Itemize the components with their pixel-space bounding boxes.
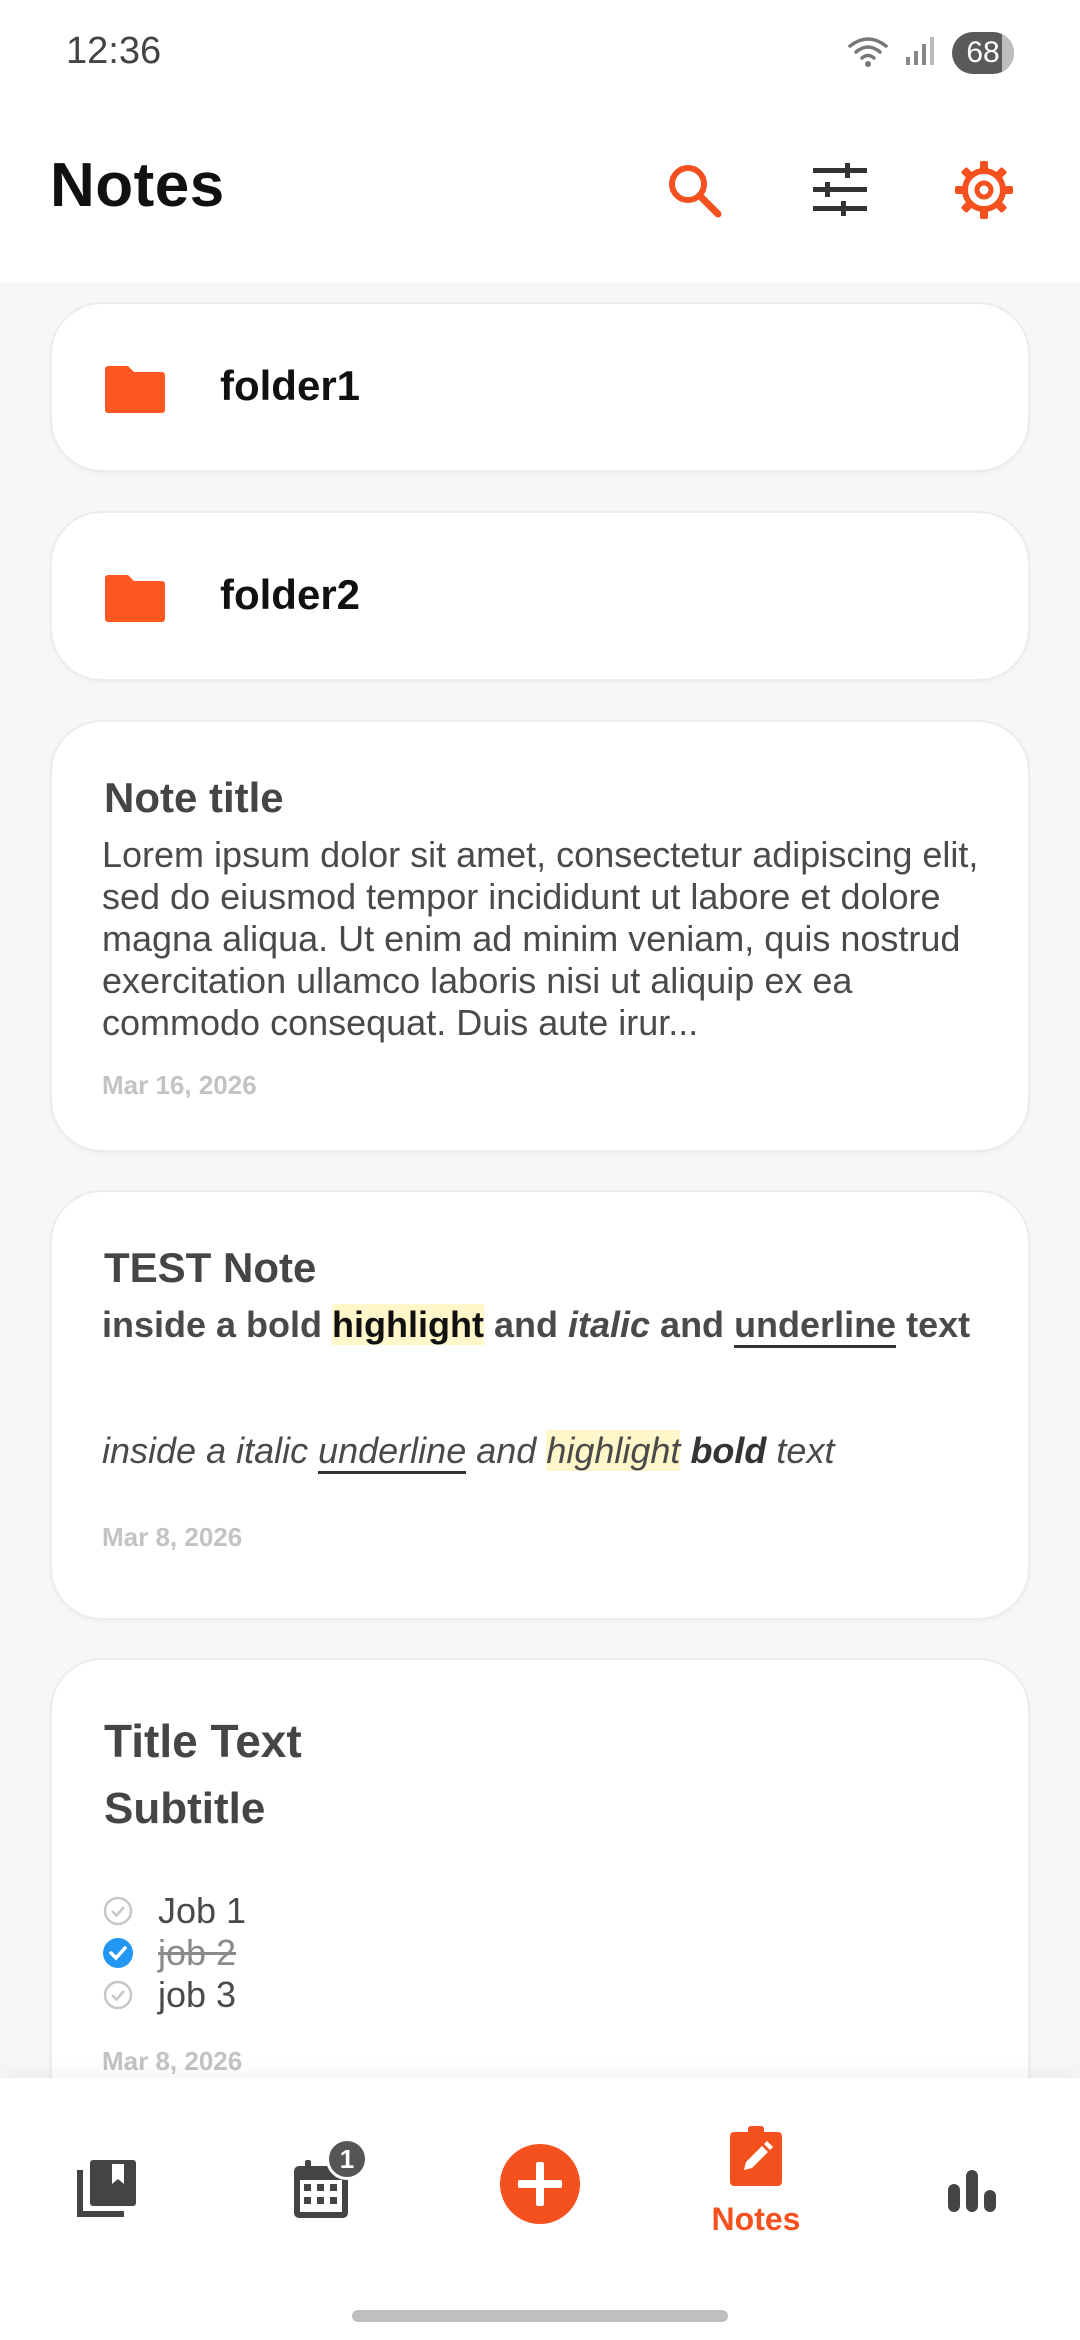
library-books-icon <box>76 2158 140 2223</box>
page-title: Notes <box>50 151 225 220</box>
battery-icon: 68 <box>952 32 1014 74</box>
checklist-label: job 3 <box>158 1974 237 2015</box>
note-title: TEST Note <box>104 1244 317 1291</box>
bottom-navigation: 1 Notes <box>0 2078 1080 2340</box>
checklist-item[interactable]: Job 1 <box>102 1890 246 1932</box>
app-header: Notes <box>0 108 1080 283</box>
rich-text-segment <box>680 1430 690 1471</box>
rich-text-segment: and <box>483 1304 568 1345</box>
note-body: Lorem ipsum dolor sit amet, consectetur … <box>102 834 979 1043</box>
settings-gear-icon <box>953 159 1015 226</box>
underlined-text: underline <box>734 1304 897 1348</box>
wifi-icon <box>848 34 888 73</box>
checklist-label: job 2 <box>158 1932 237 1973</box>
calendar-badge: 1 <box>326 2138 368 2180</box>
note-card-title-text[interactable]: Title Text Subtitle Job 1 job 2 job 3 Ma… <box>50 1658 1030 2138</box>
highlighted-text: highlight <box>546 1430 681 1471</box>
unchecked-circle-icon[interactable] <box>102 1979 134 2011</box>
underlined-text: underline <box>318 1430 467 1474</box>
add-button[interactable] <box>432 2078 648 2278</box>
calendar-icon: 1 <box>292 2138 368 2220</box>
nav-item-notes[interactable]: Notes <box>648 2078 864 2278</box>
filter-button[interactable] <box>798 150 882 234</box>
checklist-label: Job 1 <box>158 1890 247 1931</box>
top-app-area: 12:36 68 Notes <box>0 0 1080 283</box>
italic-text: italic <box>568 1304 651 1345</box>
rich-text-segment: and <box>650 1304 735 1345</box>
folder-label: folder2 <box>220 571 361 618</box>
folder-icon <box>104 364 166 419</box>
folder-card-folder2[interactable]: folder2 <box>50 511 1030 681</box>
bold-text: bold <box>690 1430 767 1471</box>
status-icons: 68 <box>848 32 1014 74</box>
highlighted-text: highlight <box>332 1304 484 1345</box>
filter-sliders-icon <box>811 162 869 222</box>
folder-icon <box>104 573 166 628</box>
note-title: Title Text <box>104 1715 302 1767</box>
note-date: Mar 8, 2026 <box>102 2046 243 2076</box>
search-button[interactable] <box>652 150 736 234</box>
search-icon <box>664 160 724 225</box>
checked-circle-icon[interactable] <box>102 1937 134 1969</box>
note-rich-line-2: inside a italic underline and highlight … <box>102 1430 982 1474</box>
nav-item-statistics[interactable] <box>864 2078 1080 2278</box>
rich-text-segment: text <box>896 1304 971 1345</box>
note-card-note-title[interactable]: Note title Lorem ipsum dolor sit amet, c… <box>50 720 1030 1152</box>
nav-label-notes: Notes <box>711 2201 801 2237</box>
rich-text-segment: inside a bold <box>102 1304 333 1345</box>
note-title: Note title <box>104 774 284 821</box>
rich-text-segment: and <box>466 1430 547 1471</box>
note-date: Mar 16, 2026 <box>102 1070 257 1100</box>
edit-note-icon <box>728 2126 784 2193</box>
rich-text-segment: text <box>766 1430 835 1471</box>
checklist-item[interactable]: job 2 <box>102 1932 236 1974</box>
battery-level: 68 <box>966 36 1000 69</box>
note-subtitle: Subtitle <box>104 1784 266 1833</box>
nav-item-library[interactable] <box>0 2078 216 2278</box>
note-card-test-note[interactable]: TEST Note inside a bold highlight and it… <box>50 1190 1030 1620</box>
rich-text-segment: inside a italic <box>102 1430 319 1471</box>
folder-label: folder1 <box>220 362 361 409</box>
note-date: Mar 8, 2026 <box>102 1522 243 1552</box>
unchecked-circle-icon[interactable] <box>102 1895 134 1927</box>
signal-icon <box>904 35 936 72</box>
status-bar: 12:36 68 <box>0 0 1080 108</box>
add-circle-icon <box>500 2144 580 2229</box>
note-rich-line-1: inside a bold highlight and italic and u… <box>102 1304 982 1348</box>
checklist-item[interactable]: job 3 <box>102 1974 236 2016</box>
bar-chart-icon <box>946 2168 998 2217</box>
status-time: 12:36 <box>66 30 162 72</box>
nav-item-calendar[interactable]: 1 <box>216 2078 432 2278</box>
settings-button[interactable] <box>942 150 1026 234</box>
home-indicator[interactable] <box>352 2310 728 2322</box>
folder-card-folder1[interactable]: folder1 <box>50 302 1030 472</box>
